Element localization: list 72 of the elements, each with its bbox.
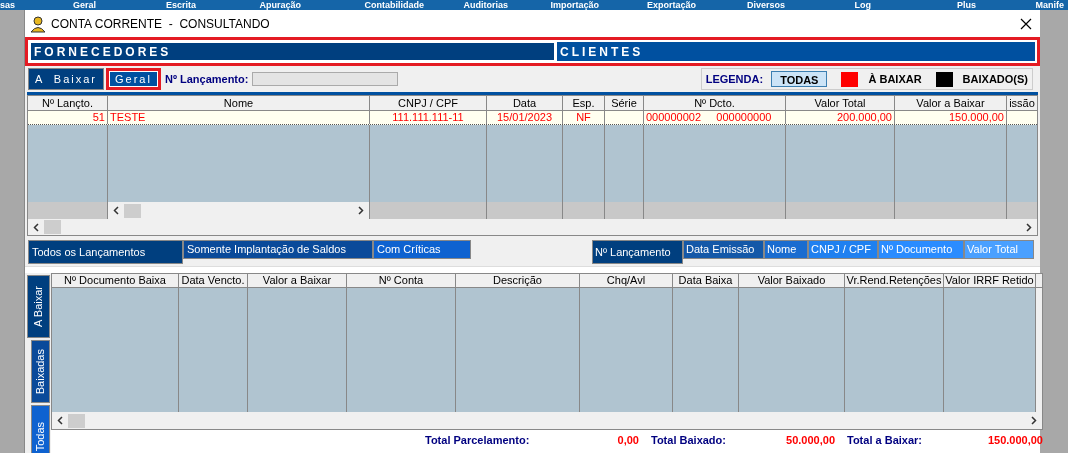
footer-cell <box>605 202 644 219</box>
menu-item[interactable]: Importação <box>512 0 603 10</box>
sort-tab[interactable]: CNPJ / CPF <box>808 240 878 259</box>
close-icon[interactable] <box>1020 17 1032 30</box>
field-label: Nº Lançamento: <box>164 71 249 87</box>
total-value: 50.000,00 <box>785 432 835 448</box>
total-value: 150.000,00 <box>986 432 1043 448</box>
menu-item[interactable]: sas <box>0 0 14 10</box>
filter-tab[interactable]: Somente Implantação de Saldos <box>183 240 373 259</box>
total-label: Total a Baixar: <box>847 432 923 448</box>
scroll-right-icon[interactable] <box>1031 416 1037 425</box>
column-header[interactable]: Vr.Rend.Retenções <box>845 274 944 287</box>
table-cell: 000000002 000000000 <box>644 111 786 124</box>
total-value: 0,00 <box>616 432 639 448</box>
column-header[interactable]: Valor a Baixar <box>248 274 347 287</box>
scroll-left-icon[interactable] <box>113 206 119 215</box>
side-tab[interactable]: Baixadas <box>31 340 50 403</box>
menu-item[interactable]: Plus <box>875 0 980 10</box>
column-header[interactable]: Nº Conta <box>347 274 456 287</box>
view-tab[interactable]: A Baixar <box>28 68 105 90</box>
side-tab[interactable]: A Baixar <box>27 275 50 338</box>
column-header[interactable]: Descrição <box>456 274 580 287</box>
person-icon <box>29 14 47 33</box>
scroll-right-icon[interactable] <box>1026 222 1032 232</box>
table-cell: 111.111.111-11 <box>370 111 487 124</box>
menu-item[interactable]: Log <box>789 0 875 10</box>
legend-text: BAIXADO(S) <box>962 71 1028 87</box>
footer-cell <box>563 202 605 219</box>
table-cell: NF <box>563 111 605 124</box>
menu-item[interactable]: Geral <box>14 0 100 10</box>
table-cell: TESTE <box>108 111 370 124</box>
filter-tab[interactable]: Todos os Lançamentos <box>28 240 183 264</box>
sort-tab[interactable]: Data Emissão <box>683 240 764 259</box>
legend-label: LEGENDA: <box>705 71 764 87</box>
column-header[interactable]: Valor IRRF Retido <box>944 274 1036 287</box>
menu-item[interactable]: Auditorias <box>428 0 512 10</box>
window-title: CONTA CORRENTE - CONSULTANDO <box>51 15 270 33</box>
filter-tab[interactable]: Com Críticas <box>373 240 471 259</box>
scroll-right-icon[interactable] <box>358 206 364 215</box>
scroll-left-icon[interactable] <box>57 416 63 425</box>
side-tab[interactable]: Todas <box>31 405 50 453</box>
launch-number-field[interactable] <box>252 72 399 86</box>
menu-item[interactable]: Apuração <box>200 0 305 10</box>
table-cell: 200.000,00 <box>786 111 895 124</box>
party-tab[interactable]: CLIENTES <box>557 42 1035 61</box>
table-cell: 150.000,00 <box>895 111 1007 124</box>
menu-item[interactable]: Manife <box>980 0 1068 10</box>
scroll-left-icon[interactable] <box>33 222 39 232</box>
scroll-thumb[interactable] <box>44 220 61 234</box>
column-header[interactable]: Nº Documento Baixa <box>52 274 179 287</box>
column-header[interactable]: Valor Baixado <box>739 274 845 287</box>
column-header[interactable]: issão <box>1007 96 1037 110</box>
table-row[interactable]: 51 TESTE 111.111.111-11 15/01/2023 NF 000000002 000000000 200.000,00 150.000,00 <box>28 111 1037 125</box>
table-cell: 51 <box>28 111 108 124</box>
total-label: Total Parcelamento: <box>425 432 531 448</box>
sort-tab[interactable]: Nº Lançamento <box>592 240 683 264</box>
scroll-thumb[interactable] <box>124 203 141 218</box>
view-tab[interactable]: Geral <box>106 68 161 90</box>
total-label: Total Baixado: <box>651 432 727 448</box>
menu-item[interactable]: Exportação <box>603 0 700 10</box>
legend-text: À BAIXAR <box>868 71 922 87</box>
party-tab[interactable]: FORNECEDORES <box>30 42 555 61</box>
column-header[interactable]: Data Vencto. <box>179 274 248 287</box>
menu-item[interactable]: Escrita <box>100 0 200 10</box>
sort-tab[interactable]: Nome <box>764 240 808 259</box>
menu-item[interactable]: Diversos <box>700 0 789 10</box>
table-cell: 15/01/2023 <box>487 111 563 124</box>
column-header[interactable]: Data Baixa <box>673 274 739 287</box>
menu-item[interactable]: Contabilidade <box>305 0 428 10</box>
all-button[interactable]: TODAS <box>771 71 828 87</box>
scroll-thumb[interactable] <box>68 413 85 428</box>
column-header[interactable]: Chq/Avl <box>580 274 673 287</box>
